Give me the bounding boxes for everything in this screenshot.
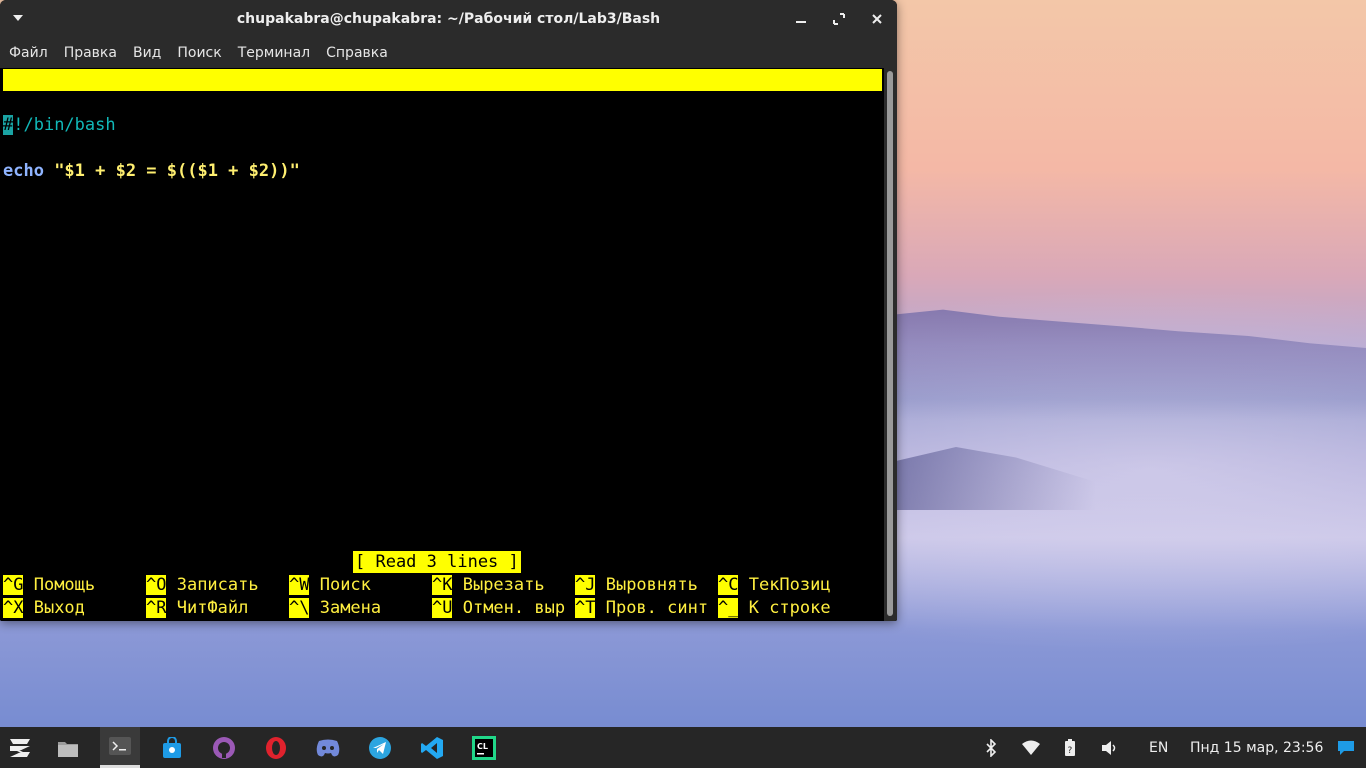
shortcut-search: ^W Поиск — [289, 575, 371, 595]
menu-file[interactable]: Файл — [9, 45, 48, 61]
terminal-scrollbar[interactable] — [884, 68, 897, 621]
shortcut-curpos: ^C ТекПозиц — [718, 575, 831, 595]
menu-help[interactable]: Справка — [326, 45, 388, 61]
text-cursor: # — [3, 115, 14, 135]
keyboard-layout[interactable]: EN — [1149, 727, 1168, 768]
discord-app-button[interactable] — [308, 727, 348, 768]
wallpaper-hills-dark — [896, 447, 1096, 510]
close-button[interactable] — [867, 9, 887, 29]
menu-bar: Файл Правка Вид Поиск Терминал Справка — [0, 38, 897, 68]
code-line-2[interactable]: echo "$1 + $2 = $(($1 + $2))" — [3, 160, 300, 182]
svg-text:CL: CL — [477, 742, 488, 751]
bluetooth-tray[interactable] — [984, 727, 998, 768]
shortcut-goto-line: ^_ К строке — [718, 598, 831, 618]
shortcut-row-1: ^G Помощь ^O Записать ^W Поиск ^K Выреза… — [3, 574, 831, 597]
code-line-1[interactable]: #!/bin/bash — [3, 114, 116, 136]
menu-search[interactable]: Поиск — [177, 45, 221, 61]
nano-filename: main.bash — [431, 114, 524, 134]
menu-edit[interactable]: Правка — [64, 45, 117, 61]
vscode-icon — [421, 736, 443, 759]
launcher-button[interactable] — [0, 727, 40, 768]
discord-icon — [316, 739, 340, 756]
nano-shortcuts: ^G Помощь ^O Записать ^W Поиск ^K Выреза… — [3, 574, 831, 620]
shortcut-save: ^O Записать — [146, 575, 259, 595]
notification-icon — [1338, 740, 1354, 755]
wifi-icon — [1022, 740, 1040, 755]
software-store-button[interactable] — [152, 727, 192, 768]
store-bag-icon — [163, 736, 181, 758]
telegram-icon — [369, 736, 391, 759]
notifications-tray[interactable] — [1338, 727, 1354, 768]
github-icon — [213, 736, 235, 759]
minimize-button[interactable] — [791, 9, 811, 29]
shortcut-spell: ^T Пров. синт — [575, 598, 709, 618]
shortcut-justify: ^J Выровнять — [575, 575, 698, 595]
telegram-app-button[interactable] — [360, 727, 400, 768]
shortcut-row-2: ^X Выход ^R ЧитФайл ^\ Замена ^U Отмен. … — [3, 597, 831, 620]
shortcut-readfile: ^R ЧитФайл — [146, 598, 249, 618]
vscode-app-button[interactable] — [412, 727, 452, 768]
maximize-icon — [833, 13, 845, 25]
opera-icon — [266, 736, 286, 759]
shortcut-uncut: ^U Отмен. выр — [432, 598, 566, 618]
echo-keyword: echo — [3, 161, 44, 181]
battery-icon: ? — [1065, 738, 1075, 756]
github-app-button[interactable] — [204, 727, 244, 768]
opera-app-button[interactable] — [256, 727, 296, 768]
terminal-icon — [109, 737, 131, 755]
shortcut-cut: ^K Вырезать — [432, 575, 545, 595]
menu-view[interactable]: Вид — [133, 45, 161, 61]
terminal-app-button[interactable] — [100, 727, 140, 768]
clock[interactable]: Пнд 15 мар, 23:56 — [1190, 727, 1323, 768]
shebang-text: !/bin/bash — [13, 115, 116, 135]
nano-status: [ Read 3 lines ] — [353, 551, 521, 573]
folder-icon — [58, 741, 78, 757]
zorin-logo-icon — [10, 738, 30, 757]
terminal-area[interactable]: GNU nano 2.9.3 main.bash #!/bin/bash ech… — [0, 68, 884, 621]
minimize-icon — [796, 21, 806, 23]
nano-version: GNU nano 2.9.3 — [24, 92, 168, 112]
bluetooth-icon — [986, 738, 997, 757]
shortcut-help: ^G Помощь — [3, 575, 96, 595]
menu-terminal[interactable]: Терминал — [238, 45, 310, 61]
volume-tray[interactable] — [1101, 727, 1119, 768]
svg-text:?: ? — [1068, 746, 1073, 756]
wallpaper-hills — [896, 309, 1366, 420]
close-icon — [872, 14, 882, 24]
taskbar: CL ? EN Пнд 15 мар, 23:56 — [0, 727, 1366, 768]
files-app-button[interactable] — [48, 727, 88, 768]
window-title: chupakabra@chupakabra: ~/Рабочий стол/La… — [236, 11, 661, 27]
echo-string: "$1 + $2 = $(($1 + $2))" — [43, 161, 300, 181]
clion-app-button[interactable]: CL — [464, 727, 504, 768]
shortcut-replace: ^\ Замена — [289, 598, 382, 618]
window-menu-icon[interactable] — [13, 15, 23, 21]
scrollbar-thumb[interactable] — [887, 71, 893, 616]
network-tray[interactable] — [1021, 727, 1041, 768]
terminal-window[interactable]: chupakabra@chupakabra: ~/Рабочий стол/La… — [0, 0, 897, 621]
shortcut-exit: ^X Выход — [3, 598, 85, 618]
window-titlebar[interactable]: chupakabra@chupakabra: ~/Рабочий стол/La… — [0, 0, 897, 38]
maximize-button[interactable] — [829, 9, 849, 29]
battery-tray[interactable]: ? — [1064, 727, 1076, 768]
nano-header: GNU nano 2.9.3 main.bash — [3, 69, 882, 134]
clion-icon: CL — [472, 735, 496, 760]
volume-icon — [1102, 740, 1116, 755]
